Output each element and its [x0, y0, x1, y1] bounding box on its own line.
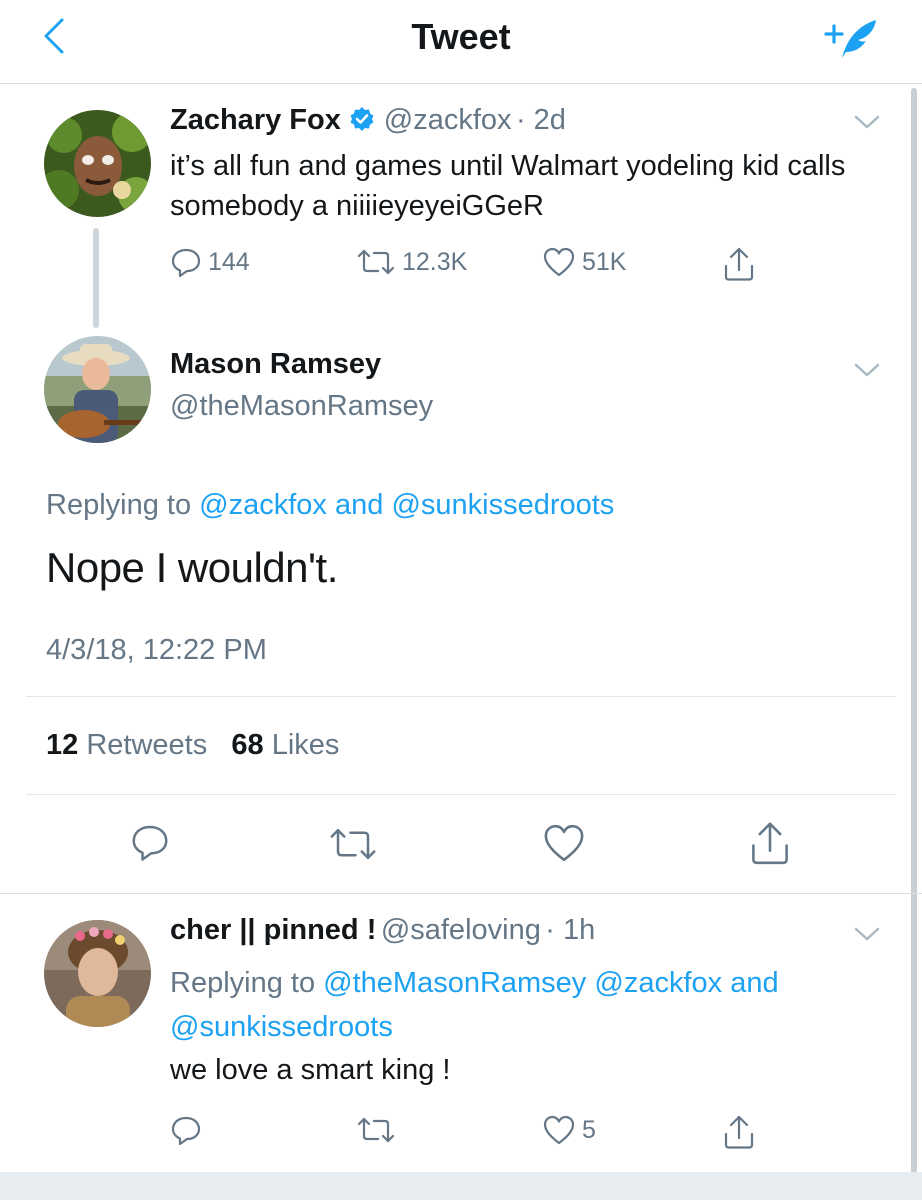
share-button[interactable] — [748, 820, 792, 871]
like-button[interactable]: 5 — [542, 1114, 596, 1146]
mention-link[interactable]: @sunkissedroots — [391, 489, 614, 521]
divider — [26, 696, 896, 697]
share-button[interactable] — [722, 1114, 756, 1150]
chevron-down-icon[interactable] — [852, 924, 882, 949]
heart-icon — [542, 246, 576, 278]
reply-button[interactable]: 144 — [170, 246, 250, 278]
share-button[interactable] — [722, 246, 756, 282]
reply-button[interactable] — [130, 822, 170, 867]
handle[interactable]: @zackfox — [384, 104, 512, 136]
display-name[interactable]: Zachary Fox — [170, 104, 341, 136]
tweet-text: Nope I wouldn't. — [46, 544, 338, 591]
chevron-down-icon[interactable] — [852, 360, 882, 385]
thread-line — [93, 228, 99, 328]
handle[interactable]: @theMasonRamsey — [170, 390, 433, 423]
mention-link[interactable]: @sunkissedroots — [170, 1011, 393, 1043]
timestamp: 4/3/18, 12:22 PM — [46, 634, 267, 666]
avatar[interactable] — [44, 920, 151, 1027]
reply-icon — [130, 822, 170, 862]
bottom-bar — [0, 1172, 922, 1200]
scrollbar[interactable] — [911, 88, 917, 1188]
reply-count: 144 — [208, 247, 250, 276]
reply-icon — [170, 246, 202, 278]
avatar[interactable] — [44, 110, 151, 217]
share-icon — [722, 246, 756, 282]
chevron-down-icon[interactable] — [852, 112, 882, 137]
tweet-actions — [0, 820, 922, 870]
retweet-button[interactable]: 12.3K — [356, 246, 467, 278]
tweet-actions: 5 — [170, 1114, 790, 1154]
replying-to: Replying to @zackfox and @sunkissedroots — [46, 489, 614, 522]
tweet-header: cher || pinned ! @safeloving · 1h — [170, 914, 595, 947]
share-icon — [722, 1114, 756, 1150]
like-button[interactable] — [542, 822, 586, 869]
retweet-button[interactable] — [328, 824, 378, 869]
display-name[interactable]: Mason Ramsey — [170, 348, 381, 381]
top-bar: Tweet — [0, 0, 922, 84]
mention-link[interactable]: @zackfox — [199, 489, 327, 521]
retweet-icon — [356, 1114, 396, 1146]
like-count: 5 — [582, 1115, 596, 1144]
tweet-text: it’s all fun and games until Walmart yod… — [170, 150, 846, 222]
divider — [0, 893, 922, 894]
mention-link[interactable]: @zackfox — [594, 967, 722, 999]
mention-link[interactable]: @theMasonRamsey — [323, 967, 586, 999]
retweets-label: Retweets — [86, 729, 208, 761]
replying-to: Replying to @theMasonRamsey @zackfox and… — [170, 961, 890, 1049]
tweet-stats: 12 Retweets 68 Likes — [46, 729, 339, 762]
reply-icon — [170, 1114, 202, 1146]
retweet-icon — [328, 824, 378, 864]
reply-button[interactable] — [170, 1114, 202, 1146]
display-name[interactable]: cher || pinned ! — [170, 914, 376, 946]
page-title: Tweet — [411, 16, 511, 57]
retweet-count: 12 — [46, 729, 79, 761]
tweet-header: Zachary Fox @zackfox · 2d — [170, 104, 566, 137]
avatar[interactable] — [44, 336, 151, 443]
tweet-actions: 144 12.3K 51K — [170, 246, 790, 286]
replying-and[interactable]: and — [730, 967, 778, 999]
retweet-button[interactable] — [356, 1114, 396, 1146]
likes-stat[interactable]: 68 Likes — [231, 729, 339, 761]
likes-label: Likes — [271, 729, 340, 761]
tweet-age: · 2d — [515, 104, 566, 136]
heart-icon — [542, 1114, 576, 1146]
retweets-stat[interactable]: 12 Retweets — [46, 729, 207, 761]
replying-prefix: Replying to — [170, 967, 316, 999]
tweet-text: we love a smart king ! — [170, 1054, 451, 1086]
heart-icon — [542, 822, 586, 864]
replying-and[interactable]: and — [335, 489, 383, 521]
compose-button[interactable] — [820, 12, 880, 64]
like-button[interactable]: 51K — [542, 246, 626, 278]
share-icon — [748, 820, 792, 866]
handle[interactable]: @safeloving — [381, 914, 541, 946]
like-count: 51K — [582, 247, 627, 276]
retweet-count: 12.3K — [402, 247, 468, 276]
retweet-icon — [356, 246, 396, 278]
like-count: 68 — [231, 729, 264, 761]
compose-feather-icon — [824, 20, 876, 58]
divider — [26, 794, 896, 795]
replying-prefix: Replying to — [46, 489, 192, 521]
verified-badge-icon — [349, 106, 375, 132]
tweet-age: · 1h — [545, 914, 596, 946]
